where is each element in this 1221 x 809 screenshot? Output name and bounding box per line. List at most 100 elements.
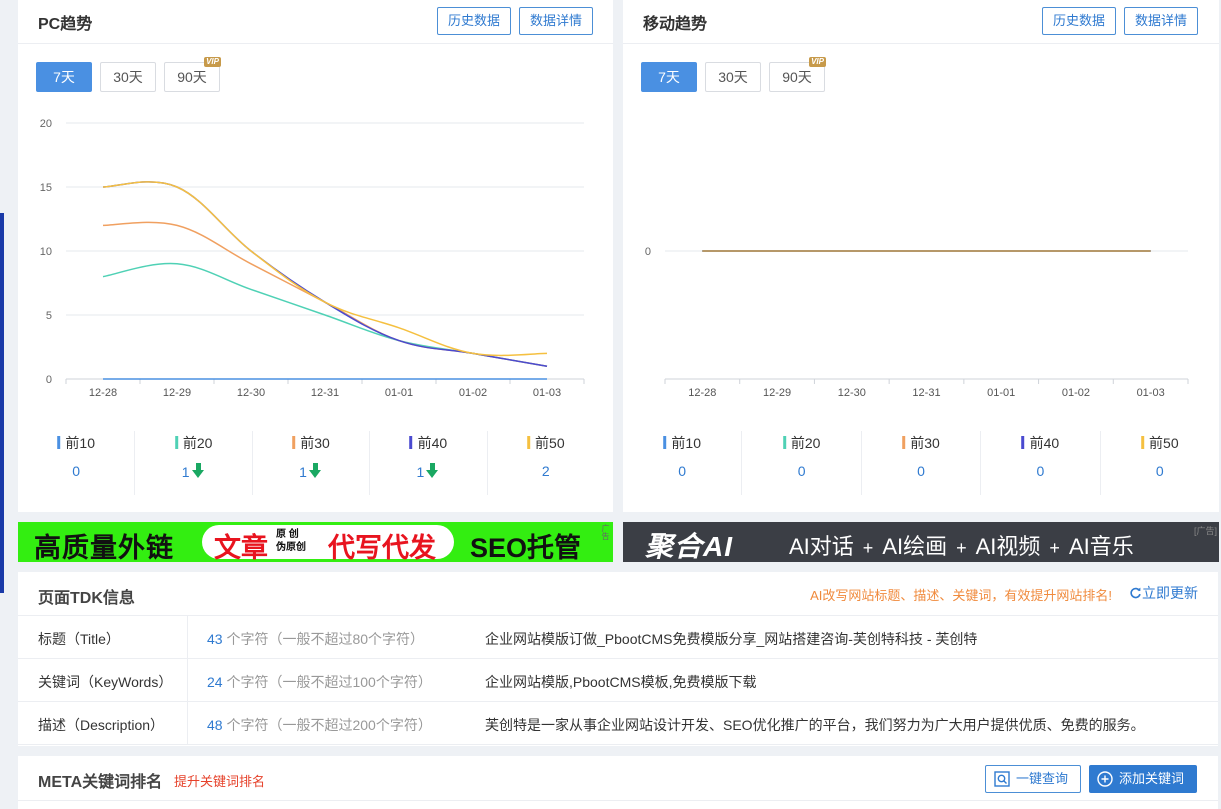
pc-range-7d[interactable]: 7天 xyxy=(36,62,92,92)
mobile-detail-button[interactable]: 数据详情 xyxy=(1124,7,1198,35)
mobile-legend-value: 0 xyxy=(1101,463,1219,479)
mobile-trend-chart: 0 12-28 12-29 12-30 12-31 01-01 01-02 01-03 xyxy=(645,246,1189,399)
tdk-row: 关键词（KeyWords） 24 个字符（一般不超过100个字符） 企业网站模版,P… xyxy=(18,659,1218,702)
mobile-legend-label: 前50 xyxy=(1141,433,1179,453)
tdk-row-count-number: 48 xyxy=(207,717,223,733)
mobile-history-button[interactable]: 历史数据 xyxy=(1042,7,1116,35)
mobile-legend-label: 前10 xyxy=(663,433,701,453)
mobile-x-tick-label: 01-01 xyxy=(987,387,1015,399)
pc-detail-button[interactable]: 数据详情 xyxy=(519,7,593,35)
tdk-row-label: 标题（Title） xyxy=(38,631,120,647)
pc-legend-text: 前50 xyxy=(535,435,565,451)
tdk-row-count-suffix: 个字符（一般不超过80个字符） xyxy=(222,631,425,647)
tdk-row-count: 24 个字符（一般不超过100个字符） xyxy=(207,672,432,692)
pc-y-tick-label: 15 xyxy=(40,182,52,194)
mobile-legend-value-text: 0 xyxy=(678,463,687,479)
ad-left-text3: 代写代发 xyxy=(328,533,436,562)
pc-legend-swatch xyxy=(174,436,178,449)
pc-legend-label: 前20 xyxy=(174,433,213,453)
ad-right-plus: + xyxy=(1049,538,1060,558)
tdk-row-label: 描述（Description） xyxy=(38,717,165,733)
mobile-legend-text: 前20 xyxy=(790,435,821,451)
ad-banner-left[interactable]: 高质量外链 文章 原 创 伪原创 代写代发 SEO托管 广告 xyxy=(18,522,613,562)
mobile-legend-text: 前50 xyxy=(1149,435,1179,451)
ad-banner-right[interactable]: 聚合AI AI对话 + AI绘画 + AI视频 + AI音乐 [广告] xyxy=(623,522,1219,562)
pc-legend-item[interactable]: 前40 1 xyxy=(370,431,488,495)
meta-title: META关键词排名 xyxy=(38,774,163,791)
mobile-legend-item[interactable]: 前20 0 xyxy=(742,431,862,495)
tdk-row: 描述（Description） 48 个字符（一般不超过200个字符） 芙创特是一家… xyxy=(18,702,1218,745)
mobile-legend-text: 前30 xyxy=(910,435,940,451)
add-keyword-button[interactable]: 添加关键词 xyxy=(1089,765,1197,793)
mobile-legend-item[interactable]: 前50 0 xyxy=(1101,431,1219,495)
pc-range-90d-label: 90天 xyxy=(177,69,207,85)
ad-right-brand: 聚合AI xyxy=(645,531,734,562)
mobile-legend-item[interactable]: 前10 0 xyxy=(623,431,743,495)
pc-legend-text: 前30 xyxy=(300,435,330,451)
tdk-title: 页面TDK信息 xyxy=(38,590,135,607)
tdk-row-count: 43 个字符（一般不超过80个字符） xyxy=(207,629,424,649)
mobile-legend-value: 0 xyxy=(623,463,741,479)
mobile-range-90d-label: 90天 xyxy=(782,69,812,85)
pc-legend-text: 前10 xyxy=(65,435,95,451)
tdk-row-label: 关键词（KeyWords） xyxy=(38,674,173,690)
pc-legend-value-text: 2 xyxy=(541,463,550,479)
tdk-row: 标题（Title） 43 个字符（一般不超过80个字符） 企业网站模版订做_Pboo… xyxy=(18,616,1218,659)
meta-subtitle-link[interactable]: 提升关键词排名 xyxy=(174,771,265,790)
tdk-row-divider xyxy=(187,702,188,745)
pc-y-tick-label: 10 xyxy=(40,246,52,258)
tdk-row-count-number: 43 xyxy=(207,631,223,647)
pc-x-tick-label: 12-30 xyxy=(237,387,265,399)
mobile-legend-value-text: 0 xyxy=(917,463,925,479)
ad-right-plus: + xyxy=(862,538,874,558)
pc-legend-item[interactable]: 前20 1 xyxy=(135,431,253,495)
pc-x-tick-label: 12-31 xyxy=(311,387,339,399)
pc-history-button[interactable]: 历史数据 xyxy=(437,7,511,35)
pc-legend-text: 前40 xyxy=(417,435,448,451)
pc-legend-label: 前10 xyxy=(57,433,95,453)
pc-x-tick-label: 01-03 xyxy=(533,387,561,399)
pc-range-90d[interactable]: 90天 VIP xyxy=(164,57,221,92)
ad-left-small1: 原 创 xyxy=(276,529,299,540)
tdk-row-count-number: 24 xyxy=(207,674,223,690)
mobile-range-7d[interactable]: 7天 xyxy=(641,62,697,92)
tdk-row-count-suffix: 个字符（一般不超过100个字符） xyxy=(222,674,432,690)
ad-right-item: AI音乐 xyxy=(1068,534,1134,559)
pc-series-line-4 xyxy=(102,181,548,367)
ad-right-item: AI绘画 xyxy=(882,534,948,559)
ad-left-text2: 文章 xyxy=(214,533,268,562)
mobile-legend-item[interactable]: 前30 0 xyxy=(862,431,982,495)
pc-legend-text: 前20 xyxy=(182,435,213,451)
pc-legend-value: 1 xyxy=(135,463,251,480)
add-keyword-label: 添加关键词 xyxy=(1119,771,1185,786)
pc-legend-value: 1 xyxy=(253,463,369,480)
mobile-range-90d[interactable]: 90天 VIP xyxy=(769,57,826,92)
pc-legend-value-text: 1 xyxy=(299,464,307,480)
mobile-x-tick-label: 12-30 xyxy=(838,387,866,399)
mobile-legend-swatch xyxy=(663,436,667,449)
arrow-down-icon xyxy=(426,463,440,479)
pc-legend-value-text: 1 xyxy=(416,464,425,480)
mobile-range-30d[interactable]: 30天 xyxy=(705,62,761,92)
pc-legend-item[interactable]: 前30 1 xyxy=(253,431,371,495)
pc-legend-label: 前50 xyxy=(527,433,565,453)
left-edge-strip xyxy=(0,213,4,593)
mobile-panel-header: 移动趋势 历史数据 数据详情 xyxy=(623,0,1219,44)
pc-legend-swatch xyxy=(57,436,61,449)
tdk-ai-promo-link[interactable]: AI改写网站标题、描述、关键词，有效提升网站排名! xyxy=(810,585,1112,604)
pc-range-30d[interactable]: 30天 xyxy=(100,62,156,92)
tdk-row-content: 企业网站模版,PbootCMS模板,免费模版下载 xyxy=(485,674,757,690)
ad-right-item: AI视频 xyxy=(975,534,1041,559)
ad-left-small2: 伪原创 xyxy=(276,542,306,553)
meta-panel: META关键词排名 提升关键词排名 一键查询 添加关键词 xyxy=(18,756,1218,809)
pc-series-line-5 xyxy=(102,181,548,357)
pc-legend-item[interactable]: 前50 2 xyxy=(488,431,604,495)
tdk-refresh-button[interactable]: 立即更新 xyxy=(1129,583,1198,603)
tdk-row-count-suffix: 个字符（一般不超过200个字符） xyxy=(222,717,432,733)
pc-legend-item[interactable]: 前10 0 xyxy=(18,431,136,495)
ad-right-items: AI对话 + AI绘画 + AI视频 + AI音乐 xyxy=(789,529,1134,561)
pc-series-line-3 xyxy=(102,221,548,367)
one-click-query-button[interactable]: 一键查询 xyxy=(985,765,1081,793)
mobile-legend-item[interactable]: 前40 0 xyxy=(981,431,1101,495)
pc-y-tick-label: 5 xyxy=(46,310,52,322)
